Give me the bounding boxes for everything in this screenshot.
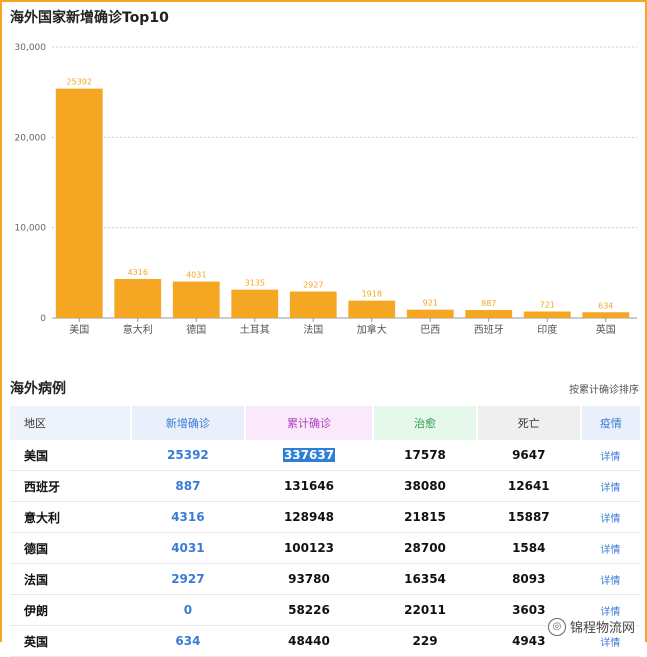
table-row: 美国 25392 337637 17578 9647 详情 [10,440,640,471]
chart-title: 海外国家新增确诊Top10 [10,10,169,26]
deaths-cell: 8093 [476,563,581,595]
selected-value: 337637 [282,448,336,462]
deaths-cell: 1584 [476,532,581,564]
x-tick-label: 意大利 [123,323,153,336]
cured-cell: 21815 [373,501,477,533]
x-tick-label: 土耳其 [240,323,270,336]
table-row: 意大利 4316 128948 21815 15887 详情 [10,501,640,533]
bar-value-label: 1918 [362,290,382,299]
watermark-text: 锦程物流网 [569,621,635,636]
region-cell: 西班牙 [10,470,131,502]
cases-table: 地区 新增确诊 累计确诊 治愈 死亡 疫情 美国 25392 337637 17578… [10,406,640,657]
table-row: 英国 634 48440 229 4943 详情 [10,625,640,657]
header-deaths[interactable]: 死亡 [476,406,582,440]
total-confirmed-cell: 131646 [244,470,374,502]
cured-cell: 22011 [373,594,477,626]
table-row: 西班牙 887 131646 38080 12641 详情 [10,470,640,502]
region-cell: 伊朗 [10,594,131,626]
bar[interactable] [172,281,220,318]
new-confirmed-cell: 4316 [130,501,245,533]
region-cell: 法国 [10,563,131,595]
total-confirmed-cell: 337637 [244,440,374,471]
header-region: 地区 [10,406,132,440]
y-tick-label: 0 [40,314,46,324]
table-row: 法国 2927 93780 16354 8093 详情 [10,563,640,595]
table-header-row: 地区 新增确诊 累计确诊 治愈 死亡 疫情 [10,406,640,440]
x-tick-label: 德国 [186,323,206,336]
bar-value-label: 921 [423,299,438,308]
bar[interactable] [348,300,396,318]
bar-value-label: 4031 [186,271,206,280]
new-confirmed-cell: 887 [130,470,245,502]
region-cell: 德国 [10,532,131,564]
table-row: 伊朗 0 58226 22011 3603 详情 [10,594,640,626]
x-tick-label: 美国 [69,323,89,336]
x-tick-label: 英国 [596,323,616,336]
region-cell: 意大利 [10,501,131,533]
total-confirmed-cell: 48440 [244,625,374,657]
cured-cell: 38080 [373,470,477,502]
new-confirmed-cell: 25392 [130,440,245,471]
bar-value-label: 887 [481,299,496,308]
header-new-confirmed[interactable]: 新增确诊 [130,406,246,440]
x-tick-label: 西班牙 [474,324,504,336]
new-confirmed-cell: 2927 [130,563,245,595]
bar-value-label: 721 [540,300,555,309]
bar[interactable] [289,291,337,318]
sort-by-total-link[interactable]: 按累计确诊排序 [569,381,639,396]
y-tick-label: 30,000 [15,43,47,53]
bar-value-label: 2927 [303,281,323,290]
bar-chart: 0 10,000 20,000 30,000 25392 美国 4316 意大利 4031 德国 3… [15,43,637,336]
cured-cell: 16354 [373,563,477,595]
section-title: 海外病例 [10,381,66,397]
bar[interactable] [582,312,630,318]
bar-value-label: 634 [598,301,613,310]
bar[interactable] [114,279,162,318]
watermark-logo-icon: ◎ [547,617,566,636]
table-row: 德国 4031 100123 28700 1584 详情 [10,532,640,564]
new-confirmed-cell: 634 [130,625,245,657]
total-confirmed-cell: 100123 [244,532,374,564]
detail-link[interactable]: 详情 [580,501,640,533]
detail-link[interactable]: 详情 [580,470,640,502]
region-cell: 美国 [10,440,131,471]
bar-value-label: 25392 [67,78,92,87]
x-tick-label: 印度 [537,323,557,336]
bar-value-label: 4316 [128,268,148,277]
y-tick-label: 20,000 [15,133,47,143]
x-tick-label: 法国 [303,323,323,336]
deaths-cell: 9647 [476,440,581,471]
total-confirmed-cell: 58226 [244,594,374,626]
detail-link[interactable]: 详情 [580,563,640,595]
detail-link[interactable]: 详情 [580,440,640,471]
watermark: ◎ 锦程物流网 [547,617,635,636]
new-confirmed-cell: 4031 [130,532,245,564]
x-tick-label: 巴西 [420,324,440,336]
detail-link[interactable]: 详情 [580,532,640,564]
bar[interactable] [523,311,571,318]
y-tick-label: 10,000 [15,224,47,234]
bar[interactable] [55,88,103,318]
deaths-cell: 15887 [476,501,581,533]
total-confirmed-cell: 128948 [244,501,374,533]
new-confirmed-cell: 0 [130,594,245,626]
cured-cell: 229 [373,625,477,657]
bar[interactable] [406,309,454,318]
bar[interactable] [465,309,513,318]
header-epidemic: 疫情 [580,406,640,440]
deaths-cell: 12641 [476,470,581,502]
bar[interactable] [231,289,279,318]
total-confirmed-cell: 93780 [244,563,374,595]
header-cured[interactable]: 治愈 [373,406,478,440]
bar-value-label: 3135 [245,279,265,288]
region-cell: 英国 [10,625,131,657]
cured-cell: 17578 [373,440,477,471]
header-total-confirmed[interactable]: 累计确诊 [244,406,375,440]
x-tick-label: 加拿大 [357,323,387,336]
cured-cell: 28700 [373,532,477,564]
